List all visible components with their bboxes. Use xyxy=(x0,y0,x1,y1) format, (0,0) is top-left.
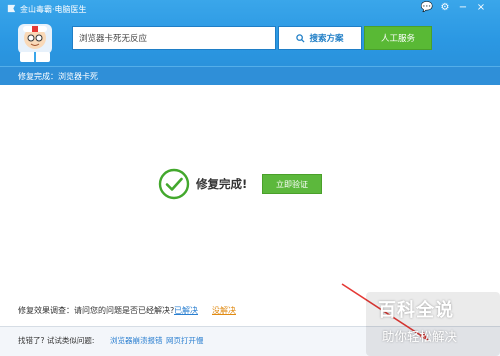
search-button-label: 搜索方案 xyxy=(309,34,344,44)
settings-icon[interactable]: ⚙ xyxy=(438,2,452,14)
verify-now-label: 立即验证 xyxy=(276,179,308,189)
status-text: 修复完成：浏览器卡死 xyxy=(18,72,98,81)
watermark-title: 百科全说 xyxy=(378,300,454,321)
footer-link-browser-crash[interactable]: 浏览器崩溃报错 xyxy=(110,335,163,346)
feedback-icon[interactable]: 💬 xyxy=(420,2,434,14)
search-box xyxy=(72,26,276,50)
header-panel: 金山毒霸·电脑医生 💬 ⚙ − × 搜索方案 人工服务 xyxy=(0,0,500,66)
not-resolved-link[interactable]: 没解决 xyxy=(212,305,236,316)
app-logo-icon xyxy=(7,4,16,13)
check-circle-icon xyxy=(158,168,190,200)
resolved-link[interactable]: 已解决 xyxy=(174,305,198,316)
watermark: 百科全说 助你轻松解决 xyxy=(366,292,500,356)
title-bar: 金山毒霸·电脑医生 💬 ⚙ − × xyxy=(0,0,500,18)
doctor-avatar-icon xyxy=(18,24,52,62)
status-strip: 修复完成：浏览器卡死 xyxy=(0,66,500,85)
search-solutions-button[interactable]: 搜索方案 xyxy=(278,26,362,50)
feedback-prompt: 修复效果调查：请问您的问题是否已经解决? xyxy=(18,306,175,315)
search-input[interactable] xyxy=(73,27,275,49)
footer-link-slow-page[interactable]: 网页打开慢 xyxy=(166,335,204,346)
result-title: 修复完成! xyxy=(196,177,248,191)
search-icon xyxy=(296,33,306,43)
minimize-icon[interactable]: − xyxy=(456,2,470,14)
close-icon[interactable]: × xyxy=(474,2,488,14)
footer-label: 找错了? 试试类似问题: xyxy=(18,336,95,345)
window-title: 金山毒霸·电脑医生 xyxy=(20,5,87,14)
watermark-subtitle: 助你轻松解决 xyxy=(382,329,458,344)
human-service-button[interactable]: 人工服务 xyxy=(364,26,432,50)
human-service-label: 人工服务 xyxy=(380,34,415,44)
verify-now-button[interactable]: 立即验证 xyxy=(262,174,322,194)
